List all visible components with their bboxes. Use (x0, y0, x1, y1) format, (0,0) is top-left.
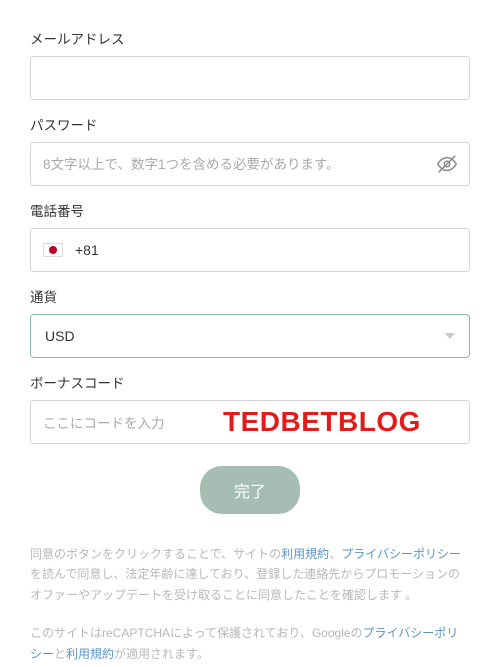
privacy-link[interactable]: プライバシーポリシー (341, 547, 461, 561)
recaptcha-text: このサイトはreCAPTCHAによって保護されており、Googleのプライバシー… (30, 623, 470, 664)
google-terms-link[interactable]: 利用規約 (66, 647, 114, 661)
password-label: パスワード (30, 114, 470, 134)
email-field[interactable] (30, 56, 470, 100)
bonus-code-field[interactable]: ここにコードを入力 TEDBETBLOG (30, 400, 470, 444)
terms-consent-text: 同意のボタンをクリックすることで、サイトの利用規約、プライバシーポリシーを読んで… (30, 544, 470, 605)
currency-value: USD (45, 328, 445, 344)
phone-label: 電話番号 (30, 200, 470, 220)
submit-button[interactable]: 完了 (200, 466, 300, 514)
currency-label: 通貨 (30, 286, 470, 306)
dial-code: +81 (75, 242, 99, 258)
japan-flag-icon (43, 243, 63, 257)
bonus-overlay-text: TEDBETBLOG (223, 406, 421, 438)
bonus-label: ボーナスコード (30, 372, 470, 392)
email-label: メールアドレス (30, 28, 470, 48)
phone-field[interactable]: +81 (30, 228, 470, 272)
toggle-password-visibility-icon[interactable] (436, 153, 458, 175)
password-field[interactable] (30, 142, 470, 186)
bonus-placeholder: ここにコードを入力 (43, 412, 165, 432)
currency-select[interactable]: USD (30, 314, 470, 358)
terms-link[interactable]: 利用規約 (281, 547, 329, 561)
chevron-down-icon (445, 333, 455, 339)
